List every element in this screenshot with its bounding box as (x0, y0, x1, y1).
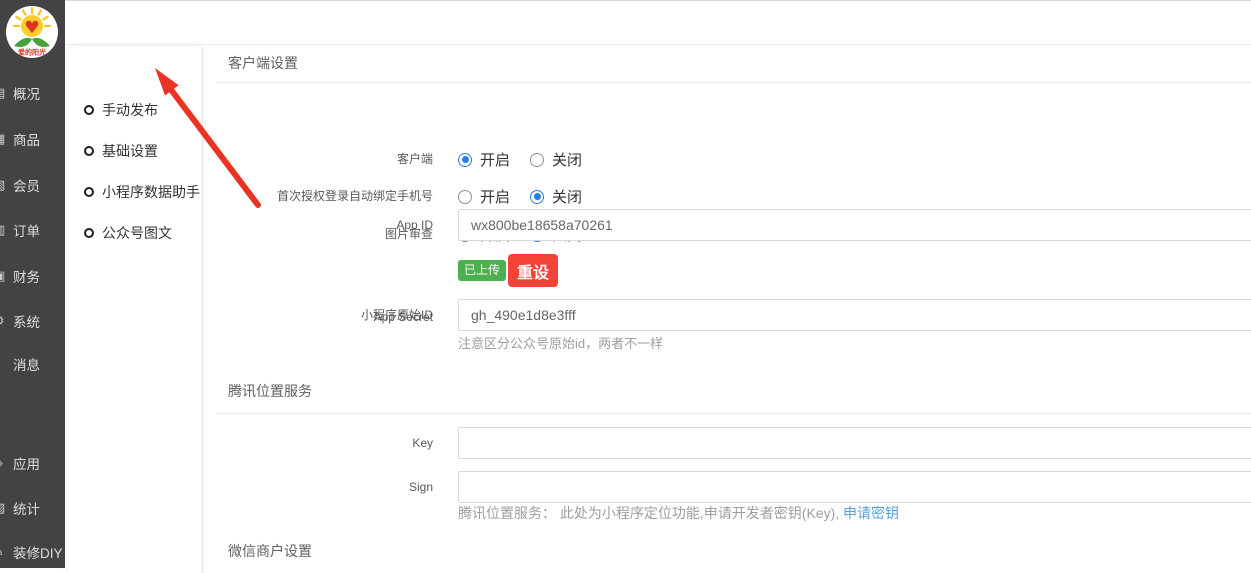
original-id-input[interactable] (458, 299, 1251, 331)
original-id-label: 小程序原始ID (203, 306, 433, 324)
apply-key-link[interactable]: 申请密钥 (843, 505, 899, 521)
sun-heart-logo-icon: ♥ 爱的阳光 (6, 6, 58, 58)
client-enable-label: 客户端 (203, 150, 433, 168)
circle-bullet-icon (84, 187, 94, 197)
radio-unchecked-icon[interactable] (530, 153, 544, 167)
sign-input[interactable] (458, 471, 1251, 503)
sidebar-item-orders[interactable]: ▥ 订单 (0, 218, 65, 242)
original-id-hint: 注意区分公众号原始id，两者不一样 (458, 335, 663, 353)
circle-bullet-icon (84, 105, 94, 115)
members-icon: ▧ (0, 177, 10, 193)
sidebar-item-members[interactable]: ▧ 会员 (0, 173, 65, 197)
svg-text:♥: ♥ (24, 18, 39, 38)
key-input[interactable] (458, 427, 1251, 459)
uploaded-tag: 已上传 (458, 260, 506, 281)
submenu-panel: 手动发布 基础设置 小程序数据助手 公众号图文 (68, 47, 201, 573)
section-divider (216, 413, 1251, 414)
orders-icon: ▥ (0, 222, 10, 238)
main-sidebar: ♥ 爱的阳光 ▤ 概况 ▦ 商品 ▧ 会员 ▥ 订单 ▣ 财务 ⚙ 系统 ● 消… (0, 0, 65, 568)
stats-icon: ▨ (0, 500, 10, 516)
sidebar-item-finance[interactable]: ▣ 财务 (0, 264, 65, 288)
client-enable-off-option[interactable]: 关闭 (530, 149, 582, 170)
bind-phone-off-option[interactable]: 关闭 (530, 186, 582, 207)
section-divider (216, 82, 1251, 83)
panel-divider (202, 47, 203, 573)
sidebar-item-decorate-diy[interactable]: ✎ 装修DIY (0, 540, 65, 564)
submenu-item-manual-publish[interactable]: 手动发布 (84, 99, 158, 121)
settings-form: 客户端设置 客户端 开启 关闭 首次授权登录自动绑定手机号 开启 关闭 (203, 47, 1251, 573)
sidebar-item-message[interactable]: ● 消息 (0, 352, 65, 376)
svg-text:爱的阳光: 爱的阳光 (18, 48, 46, 57)
section-title-wechat-merchant: 微信商户设置 (228, 541, 312, 561)
circle-bullet-icon (84, 146, 94, 156)
radio-checked-icon[interactable] (458, 153, 472, 167)
sidebar-item-system[interactable]: ⚙ 系统 (0, 309, 65, 333)
client-enable-on-option[interactable]: 开启 (458, 149, 510, 170)
app-id-input[interactable] (458, 209, 1251, 241)
app-id-label: App ID (203, 216, 433, 234)
sidebar-item-overview[interactable]: ▤ 概况 (0, 81, 65, 105)
submenu-item-miniprogram-data-assistant[interactable]: 小程序数据助手 (84, 181, 200, 203)
radio-unchecked-icon[interactable] (458, 190, 472, 204)
location-service-hint: 腾讯位置服务： 此处为小程序定位功能,申请开发者密钥(Key), 申请密钥 (458, 504, 899, 522)
message-icon: ● (0, 356, 10, 372)
page: { "brand": { "name": "爱的阳光" }, "sidebar"… (0, 0, 1251, 573)
sidebar-item-goods[interactable]: ▦ 商品 (0, 127, 65, 151)
topbar (65, 0, 1251, 45)
reset-secret-button[interactable]: 重设 (508, 254, 558, 287)
bind-phone-on-option[interactable]: 开启 (458, 186, 510, 207)
system-icon: ⚙ (0, 313, 10, 329)
bind-phone-radio-group: 开启 关闭 (458, 186, 582, 207)
finance-icon: ▣ (0, 268, 10, 284)
submenu-item-basic-settings[interactable]: 基础设置 (84, 140, 158, 162)
overview-icon: ▤ (0, 85, 10, 101)
brand-logo[interactable]: ♥ 爱的阳光 (6, 6, 58, 58)
sidebar-item-apps[interactable]: ◈ 应用 (0, 451, 65, 475)
key-label: Key (203, 434, 433, 452)
radio-checked-icon[interactable] (530, 190, 544, 204)
section-title-client-settings: 客户端设置 (228, 53, 298, 73)
submenu-item-official-account-articles[interactable]: 公众号图文 (84, 222, 172, 244)
bind-phone-label: 首次授权登录自动绑定手机号 (203, 187, 433, 205)
circle-bullet-icon (84, 228, 94, 238)
section-title-tencent-location: 腾讯位置服务 (228, 381, 312, 401)
goods-icon: ▦ (0, 131, 10, 147)
decorate-icon: ✎ (0, 544, 10, 560)
client-enable-radio-group: 开启 关闭 (458, 149, 582, 170)
apps-icon: ◈ (0, 455, 10, 471)
sidebar-item-stats[interactable]: ▨ 统计 (0, 496, 65, 520)
sign-label: Sign (203, 478, 433, 496)
